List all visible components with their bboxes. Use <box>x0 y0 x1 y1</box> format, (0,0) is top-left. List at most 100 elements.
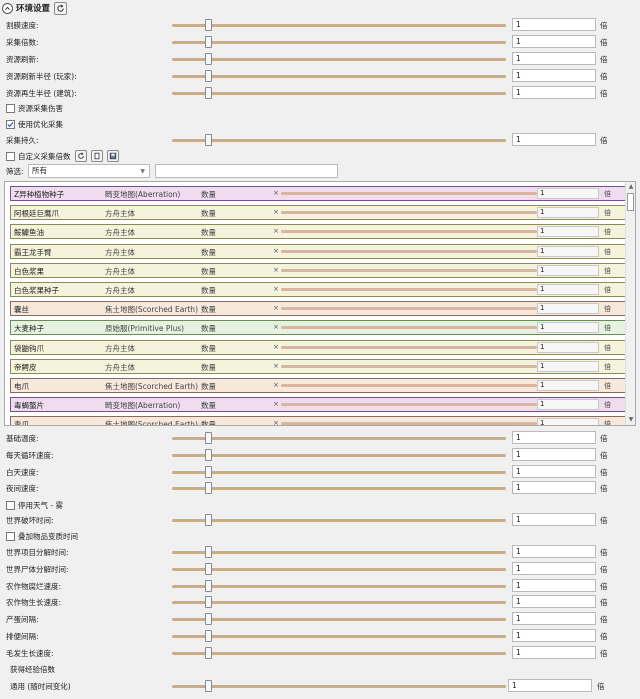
item-value-input[interactable]: 1 <box>537 226 599 238</box>
item-value-input[interactable]: 1 <box>537 360 599 372</box>
setting-slider[interactable] <box>172 465 506 478</box>
setting-value-input[interactable]: 1 <box>512 52 596 65</box>
optimized-harvest-checkbox[interactable] <box>6 119 15 129</box>
setting-value-input[interactable]: 1 <box>512 447 596 461</box>
item-value-input[interactable]: 1 <box>537 341 599 353</box>
setting-slider[interactable] <box>172 432 506 444</box>
setting-slider[interactable] <box>172 134 506 146</box>
item-slider[interactable] <box>281 230 537 234</box>
slider-thumb[interactable] <box>205 646 212 659</box>
clear-icon[interactable]: × <box>273 208 279 216</box>
list-item[interactable]: 白色浆果种子 方舟主体 数量 × 1 倍 <box>10 282 626 297</box>
slider-thumb[interactable] <box>205 680 212 692</box>
list-item[interactable]: 帝鳄皮 方舟主体 数量 × 1 倍 <box>10 358 626 374</box>
setting-slider[interactable] <box>172 448 506 461</box>
setting-slider[interactable] <box>172 70 506 82</box>
setting-value-input[interactable]: 1 <box>512 133 596 146</box>
setting-slider[interactable] <box>172 579 506 592</box>
document-icon[interactable] <box>90 150 103 162</box>
custom-multiplier-checkbox[interactable] <box>6 151 15 161</box>
slider-thumb[interactable] <box>205 87 212 99</box>
list-item[interactable]: 囊丝 焦土地图(Scorched Earth) 数量 × 1 倍 <box>10 301 626 317</box>
setting-value-input[interactable]: 1 <box>508 679 592 692</box>
setting-value-input[interactable]: 1 <box>512 629 596 642</box>
setting-value-input[interactable]: 1 <box>512 578 596 592</box>
list-item[interactable]: 鮟鱇鱼油 方舟主体 数量 × 1 倍 <box>10 224 626 240</box>
setting-value-input[interactable]: 1 <box>512 18 596 31</box>
setting-slider[interactable] <box>172 630 506 642</box>
setting-value-input[interactable]: 1 <box>512 69 596 82</box>
setting-value-input[interactable]: 1 <box>512 645 596 659</box>
filter-search-input[interactable] <box>155 164 338 178</box>
item-slider[interactable] <box>281 403 537 407</box>
setting-value-input[interactable]: 1 <box>512 481 596 495</box>
list-item[interactable]: Z异种植物种子 畸变地图(Aberration) 数量 × 1 倍 <box>10 186 626 201</box>
clear-icon[interactable]: × <box>273 227 279 235</box>
list-item[interactable]: 大麦种子 原始服(Primitive Plus) 数量 × 1 倍 <box>10 320 626 336</box>
setting-value-input[interactable]: 1 <box>512 595 596 609</box>
slider-thumb[interactable] <box>205 134 212 146</box>
item-slider[interactable] <box>281 249 537 253</box>
item-value-input[interactable]: 1 <box>537 188 599 199</box>
slider-thumb[interactable] <box>205 70 212 82</box>
setting-slider[interactable] <box>172 680 506 692</box>
slider-thumb[interactable] <box>205 432 212 444</box>
list-item[interactable]: 阿根廷巨鹰爪 方舟主体 数量 × 1 倍 <box>10 205 626 221</box>
clear-icon[interactable]: × <box>273 266 279 274</box>
item-slider[interactable] <box>281 422 537 425</box>
setting-slider[interactable] <box>172 36 506 48</box>
item-value-input[interactable]: 1 <box>537 207 599 219</box>
item-slider[interactable] <box>281 192 537 195</box>
list-item[interactable]: 毒爪 焦土地图(Scorched Earth) 数量 × 1 倍 <box>10 416 626 425</box>
item-slider[interactable] <box>281 345 537 349</box>
list-item[interactable]: 毒蝎螯片 畸变地图(Aberration) 数量 × 1 倍 <box>10 397 626 413</box>
disable-weather-row[interactable]: 停用天气 - 雾 <box>6 498 63 512</box>
setting-value-input[interactable]: 1 <box>512 431 596 444</box>
refresh-icon[interactable] <box>74 150 87 162</box>
clear-icon[interactable]: × <box>273 400 279 408</box>
setting-slider[interactable] <box>172 482 506 495</box>
item-slider[interactable] <box>281 268 537 272</box>
filter-dropdown[interactable]: 所有 ▼ <box>28 164 150 178</box>
item-value-input[interactable]: 1 <box>537 380 599 391</box>
setting-slider[interactable] <box>172 87 506 99</box>
scrollbar-thumb[interactable] <box>627 193 634 211</box>
slider-thumb[interactable] <box>205 562 212 575</box>
item-decay-checkbox[interactable] <box>6 531 15 541</box>
item-value-input[interactable]: 1 <box>537 322 599 334</box>
setting-slider[interactable] <box>172 562 506 575</box>
list-item[interactable]: 白色浆果 方舟主体 数量 × 1 倍 <box>10 262 626 278</box>
optimized-harvest-checkbox-row[interactable]: 使用优化采集 <box>6 117 63 131</box>
resource-damage-checkbox-row[interactable]: 资源采集伤害 <box>6 101 63 115</box>
disable-weather-checkbox[interactable] <box>6 500 15 510</box>
slider-thumb[interactable] <box>205 630 212 642</box>
clear-icon[interactable]: × <box>273 343 279 351</box>
clear-icon[interactable]: × <box>273 189 279 197</box>
resource-damage-checkbox[interactable] <box>6 103 15 113</box>
refresh-icon[interactable] <box>54 1 68 15</box>
setting-value-input[interactable]: 1 <box>512 464 596 478</box>
clear-icon[interactable]: × <box>273 419 279 425</box>
scroll-up-icon[interactable]: ▲ <box>627 183 635 191</box>
slider-thumb[interactable] <box>205 596 212 609</box>
clear-icon[interactable]: × <box>273 304 279 312</box>
setting-value-input[interactable]: 1 <box>512 35 596 48</box>
list-item[interactable]: 袋鼬钩爪 方舟主体 数量 × 1 倍 <box>10 339 626 355</box>
item-decay-row[interactable]: 叠加物品变质时间 <box>6 529 78 543</box>
item-value-input[interactable]: 1 <box>537 303 599 315</box>
slider-thumb[interactable] <box>205 19 212 31</box>
setting-slider[interactable] <box>172 514 506 526</box>
slider-thumb[interactable] <box>205 482 212 495</box>
slider-thumb[interactable] <box>205 514 212 526</box>
scroll-down-icon[interactable]: ▼ <box>627 416 635 424</box>
item-value-input[interactable]: 1 <box>537 284 599 295</box>
item-value-input[interactable]: 1 <box>537 245 599 257</box>
setting-value-input[interactable]: 1 <box>512 545 596 558</box>
save-icon[interactable] <box>106 150 119 162</box>
slider-thumb[interactable] <box>205 613 212 626</box>
item-value-input[interactable]: 1 <box>537 264 599 276</box>
slider-thumb[interactable] <box>205 579 212 592</box>
list-item[interactable]: 电爪 焦土地图(Scorched Earth) 数量 × 1 倍 <box>10 378 626 393</box>
item-slider[interactable] <box>281 211 537 215</box>
setting-slider[interactable] <box>172 546 506 558</box>
